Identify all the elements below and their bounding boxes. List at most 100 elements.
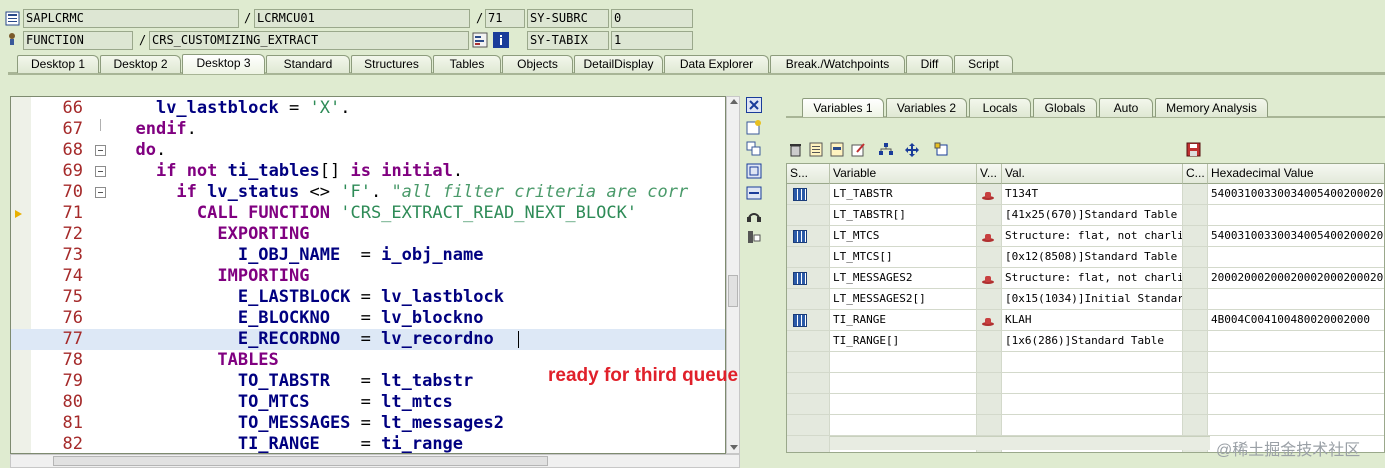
replace-tool-icon[interactable]: [746, 141, 762, 157]
grid-column-header[interactable]: Val.: [1002, 164, 1183, 184]
variable-row[interactable]: LT_TABSTR T134T 54003100330034005400200020: [787, 184, 1384, 205]
editor-vertical-scrollbar[interactable]: [726, 96, 740, 454]
code-line[interactable]: 68 do.: [11, 140, 725, 161]
variable-row[interactable]: LT_MTCS[] [0x12(8508)]Standard Table: [787, 247, 1384, 268]
value-cell[interactable]: KLAH: [1002, 310, 1183, 331]
structure-hat-icon[interactable]: [981, 314, 995, 326]
variable-row[interactable]: [787, 352, 1384, 373]
close-icon[interactable]: [746, 97, 762, 113]
code-line[interactable]: 67 endif.: [11, 119, 725, 140]
structure-hat-icon[interactable]: [981, 230, 995, 242]
grid-column-header[interactable]: V...: [977, 164, 1002, 184]
scroll-thumb[interactable]: [53, 456, 548, 466]
code-line[interactable]: 71 CALL FUNCTION 'CRS_EXTRACT_READ_NEXT_…: [11, 203, 725, 224]
swap-icon[interactable]: [746, 185, 762, 201]
variables-tab-memory-analysis[interactable]: Memory Analysis: [1155, 98, 1268, 117]
code-line[interactable]: 70 if lv_status <> 'F'. "all filter crit…: [11, 182, 725, 203]
value-cell[interactable]: [1002, 415, 1183, 436]
variables-tab-variables-2[interactable]: Variables 2: [886, 98, 967, 117]
source-editor[interactable]: 66 lv_lastblock = 'X'. 67 endif. 68 do. 69 …: [10, 96, 726, 454]
sy-subrc-value[interactable]: 0: [611, 9, 693, 28]
fold-toggle-icon[interactable]: [95, 187, 106, 198]
variables-tab-globals[interactable]: Globals: [1033, 98, 1097, 117]
grid-column-header[interactable]: S...: [787, 164, 830, 184]
tool-settings-icon[interactable]: [746, 229, 762, 245]
variable-row[interactable]: LT_TABSTR[] [41x25(670)]Standard Table: [787, 205, 1384, 226]
code-line[interactable]: 80 TO_MTCS = lt_mtcs: [11, 392, 725, 413]
code-line[interactable]: 72 EXPORTING: [11, 224, 725, 245]
services-icon[interactable]: [746, 207, 762, 223]
tab-script[interactable]: Script: [954, 55, 1013, 73]
event-name-field[interactable]: CRS_CUSTOMIZING_EXTRACT: [149, 31, 469, 50]
tab-objects[interactable]: Objects: [502, 55, 573, 73]
value-cell[interactable]: T134T: [1002, 184, 1183, 205]
value-cell[interactable]: [1x6(286)]Standard Table: [1002, 331, 1183, 352]
scroll-down-arrow[interactable]: [730, 445, 738, 450]
tab-desktop-1[interactable]: Desktop 1: [17, 55, 99, 73]
variable-row[interactable]: TI_RANGE KLAH 4B004C004100480020002000: [787, 310, 1384, 331]
variables-tab-variables-1[interactable]: Variables 1: [802, 98, 884, 117]
scroll-thumb[interactable]: [728, 275, 738, 307]
tab-diff[interactable]: Diff: [906, 55, 953, 73]
value-cell[interactable]: [1002, 394, 1183, 415]
variable-row[interactable]: LT_MESSAGES2[] [0x15(1034)]Initial Standa…: [787, 289, 1384, 310]
variable-row[interactable]: [787, 373, 1384, 394]
variable-row[interactable]: [787, 415, 1384, 436]
source-code-icon[interactable]: [472, 32, 488, 48]
tab-break-watchpoints[interactable]: Break./Watchpoints: [770, 55, 905, 73]
tab-desktop-3[interactable]: Desktop 3: [182, 54, 265, 74]
code-line[interactable]: 66 lv_lastblock = 'X'.: [11, 98, 725, 119]
variable-row[interactable]: [787, 394, 1384, 415]
tab-standard[interactable]: Standard: [266, 55, 350, 73]
grid-column-header[interactable]: Variable: [830, 164, 977, 184]
value-cell[interactable]: [1002, 373, 1183, 394]
detail-view-icon[interactable]: [934, 142, 949, 157]
grid-column-header[interactable]: C...: [1183, 164, 1208, 184]
value-cell[interactable]: [1002, 352, 1183, 373]
tab-desktop-2[interactable]: Desktop 2: [100, 55, 181, 73]
value-cell[interactable]: Structure: flat, not charlike: [1002, 268, 1183, 289]
insert-row-icon[interactable]: [830, 142, 845, 157]
fullscreen-icon[interactable]: [746, 163, 762, 179]
copy-variables-icon[interactable]: [809, 142, 824, 157]
tab-tables[interactable]: Tables: [433, 55, 501, 73]
fold-toggle-icon[interactable]: [95, 145, 106, 156]
variables-tab-locals[interactable]: Locals: [969, 98, 1031, 117]
value-cell[interactable]: [0x12(8508)]Standard Table: [1002, 247, 1183, 268]
variables-grid[interactable]: S... Variable V... Val. C... Hexadecimal Valu…: [786, 163, 1385, 453]
program-field[interactable]: SAPLCRMC: [23, 9, 239, 28]
value-cell[interactable]: Structure: flat, not charlike: [1002, 226, 1183, 247]
value-cell[interactable]: [0x15(1034)]Initial Standard: [1002, 289, 1183, 310]
line-field[interactable]: 71: [485, 9, 525, 28]
delete-icon[interactable]: [788, 142, 803, 157]
hierarchy-icon[interactable]: [878, 142, 893, 157]
code-line[interactable]: 81 TO_MESSAGES = lt_messages2: [11, 413, 725, 434]
code-line[interactable]: 69 if not ti_tables[] is initial.: [11, 161, 725, 182]
new-tool-icon[interactable]: [746, 119, 762, 135]
event-type-field[interactable]: FUNCTION: [23, 31, 133, 50]
edit-icon[interactable]: [851, 142, 866, 157]
variables-tab-auto[interactable]: Auto: [1099, 98, 1153, 117]
tab-structures[interactable]: Structures: [351, 55, 432, 73]
code-line[interactable]: 73 I_OBJ_NAME = i_obj_name: [11, 245, 725, 266]
editor-horizontal-scrollbar[interactable]: [10, 454, 740, 468]
code-line[interactable]: 74 IMPORTING: [11, 266, 725, 287]
structure-hat-icon[interactable]: [981, 272, 995, 284]
fold-toggle-icon[interactable]: [95, 166, 106, 177]
tab-data-explorer[interactable]: Data Explorer: [664, 55, 769, 73]
grid-column-header[interactable]: Hexadecimal Value: [1208, 164, 1384, 184]
code-line[interactable]: 77 E_RECORDNO = lv_recordno: [11, 329, 725, 350]
variable-row[interactable]: LT_MESSAGES2 Structure: flat, not charlik…: [787, 268, 1384, 289]
code-line[interactable]: 82 TI_RANGE = ti_range: [11, 434, 725, 453]
structure-hat-icon[interactable]: [981, 188, 995, 200]
include-field[interactable]: LCRMCU01: [254, 9, 470, 28]
tab-detaildisplay[interactable]: DetailDisplay: [574, 55, 663, 73]
variable-row[interactable]: TI_RANGE[] [1x6(286)]Standard Table: [787, 331, 1384, 352]
info-icon[interactable]: [493, 32, 509, 48]
sy-tabix-value[interactable]: 1: [611, 31, 693, 50]
code-line[interactable]: 76 E_BLOCKNO = lv_blockno: [11, 308, 725, 329]
value-cell[interactable]: [41x25(670)]Standard Table: [1002, 205, 1183, 226]
move-icon[interactable]: [905, 142, 920, 157]
code-line[interactable]: 75 E_LASTBLOCK = lv_lastblock: [11, 287, 725, 308]
save-icon[interactable]: [1186, 142, 1201, 157]
